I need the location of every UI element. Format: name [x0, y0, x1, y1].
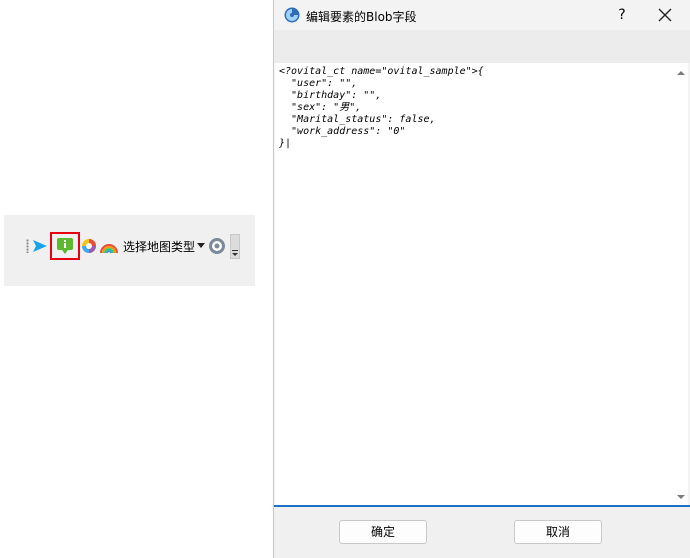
dialog-title: 编辑要素的Blob字段	[306, 10, 417, 24]
close-icon[interactable]	[656, 6, 674, 24]
toolbar-grip[interactable]	[26, 239, 29, 253]
scroll-up-icon[interactable]	[676, 68, 686, 78]
toolbar-strip	[274, 30, 690, 63]
send-icon[interactable]	[32, 238, 48, 254]
app-logo-icon	[284, 7, 300, 23]
vertical-scrollbar[interactable]	[674, 63, 688, 505]
blob-content[interactable]: <?ovital_ct name="ovital_sample">{ "user…	[279, 66, 484, 150]
edit-blob-dialog: 编辑要素的Blob字段 ? <?ovital_ct name="ovital_s…	[273, 0, 690, 558]
dropdown-caret-icon[interactable]	[197, 243, 205, 249]
toolbar-overflow-button[interactable]	[230, 234, 240, 259]
dialog-titlebar[interactable]: 编辑要素的Blob字段 ?	[274, 0, 690, 30]
rainbow-icon[interactable]	[100, 238, 118, 254]
help-button[interactable]: ?	[610, 4, 634, 26]
settings-icon[interactable]	[208, 237, 226, 255]
info-marker-icon[interactable]	[56, 237, 74, 255]
scroll-down-icon[interactable]	[676, 492, 686, 502]
map-toolbar: 选择地图类型	[4, 215, 255, 286]
ok-button[interactable]: 确定	[339, 520, 427, 544]
color-wheel-icon[interactable]	[81, 238, 97, 254]
dialog-footer: 确定 取消	[274, 507, 690, 558]
cancel-button[interactable]: 取消	[514, 520, 602, 544]
blob-text-editor[interactable]: <?ovital_ct name="ovital_sample">{ "user…	[275, 63, 688, 505]
map-type-selector[interactable]: 选择地图类型	[123, 238, 195, 255]
overflow-icon	[232, 250, 238, 256]
